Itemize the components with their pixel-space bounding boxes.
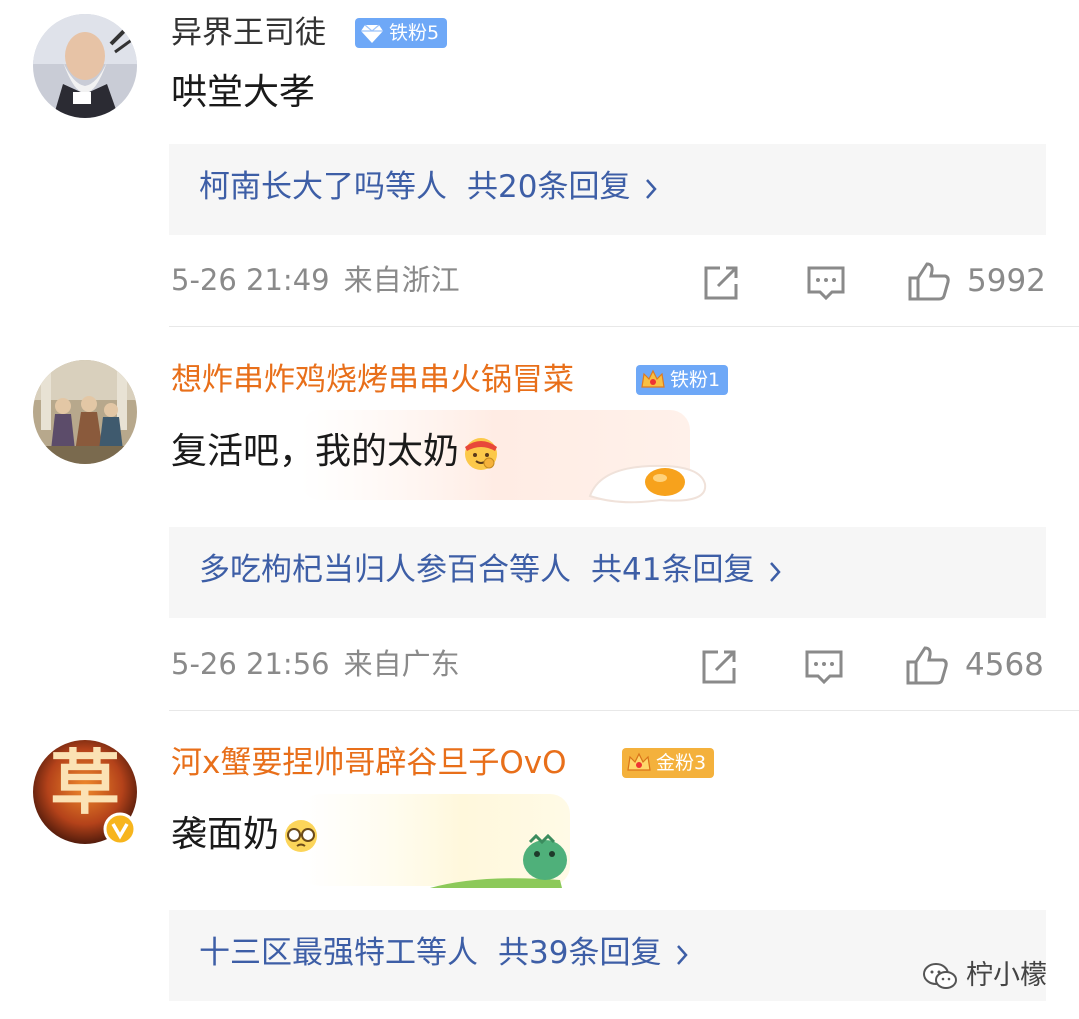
avatar[interactable] <box>33 360 137 464</box>
timestamp: 5-26 21:49 <box>171 263 330 297</box>
reply-count: 共39条回复 <box>498 935 662 971</box>
avatar[interactable] <box>33 14 137 118</box>
divider <box>169 710 1079 711</box>
comment-text: 哄堂大孝 <box>171 72 316 113</box>
emoji-icon <box>285 820 318 852</box>
fan-badge: 铁粉1 <box>636 365 729 395</box>
reply-people: 柯南长大了吗等人 <box>199 169 447 205</box>
fan-badge: 铁粉5 <box>355 18 448 48</box>
badge-label: 铁粉1 <box>670 369 721 391</box>
reply-people: 十三区最强特工等人 <box>199 935 478 971</box>
username[interactable]: 异界王司徒 <box>171 18 326 49</box>
location: 来自广东 <box>343 647 460 681</box>
badge-label: 金粉3 <box>656 752 707 774</box>
watermark: 柠小檬 <box>922 953 1047 992</box>
like-icon[interactable] <box>905 644 949 686</box>
chevron-right-icon <box>770 561 782 582</box>
chevron-right-icon <box>646 178 658 199</box>
comment-meta: 5-26 21:56 来自广东 <box>171 650 460 679</box>
reply-summary[interactable]: 十三区最强特工等人 共39条回复 <box>169 910 1046 1001</box>
username[interactable]: 想炸串炸鸡烧烤串串火锅冒菜 <box>171 365 574 396</box>
share-icon[interactable] <box>700 648 740 686</box>
verified-icon <box>103 812 137 846</box>
like-icon[interactable] <box>907 260 951 302</box>
chevron-right-icon <box>677 944 689 965</box>
emoji-icon <box>465 438 498 470</box>
comment-icon[interactable] <box>804 648 844 686</box>
reply-summary[interactable]: 柯南长大了吗等人 共20条回复 <box>169 144 1046 235</box>
watermark-label: 柠小檬 <box>966 960 1047 991</box>
crown-icon <box>627 752 651 771</box>
comment-text-content: 复活吧，我的太奶 <box>171 431 460 472</box>
location: 来自浙江 <box>343 263 460 297</box>
reply-count: 共20条回复 <box>467 169 631 205</box>
comment-meta: 5-26 21:49 来自浙江 <box>171 266 460 295</box>
comment-background-sticker <box>300 794 570 888</box>
divider <box>169 326 1079 327</box>
comment-text: 复活吧，我的太奶 <box>171 433 501 473</box>
username[interactable]: 河x蟹要捏帅哥辟谷旦子OvO <box>171 748 567 779</box>
timestamp: 5-26 21:56 <box>171 647 330 681</box>
avatar-char: 草 <box>50 741 120 824</box>
badge-label: 铁粉5 <box>389 22 440 44</box>
comment-text: 袭面奶 <box>171 816 321 856</box>
like-count: 5992 <box>967 263 1046 299</box>
reply-count: 共41条回复 <box>591 552 755 588</box>
wechat-icon <box>923 962 957 989</box>
like-count: 4568 <box>965 647 1044 683</box>
reply-people: 多吃枸杞当归人参百合等人 <box>199 552 571 588</box>
comment-text-content: 袭面奶 <box>171 814 280 855</box>
reply-summary[interactable]: 多吃枸杞当归人参百合等人 共41条回复 <box>169 527 1046 618</box>
comment-icon[interactable] <box>806 264 846 302</box>
share-icon[interactable] <box>702 264 742 302</box>
fan-badge: 金粉3 <box>622 748 715 778</box>
diamond-icon <box>361 24 383 43</box>
reply-link[interactable]: 柯南长大了吗等人 共20条回复 <box>199 172 658 203</box>
reply-link[interactable]: 多吃枸杞当归人参百合等人 共41条回复 <box>199 555 782 586</box>
crown-icon <box>641 369 665 388</box>
reply-link[interactable]: 十三区最强特工等人 共39条回复 <box>199 938 689 969</box>
